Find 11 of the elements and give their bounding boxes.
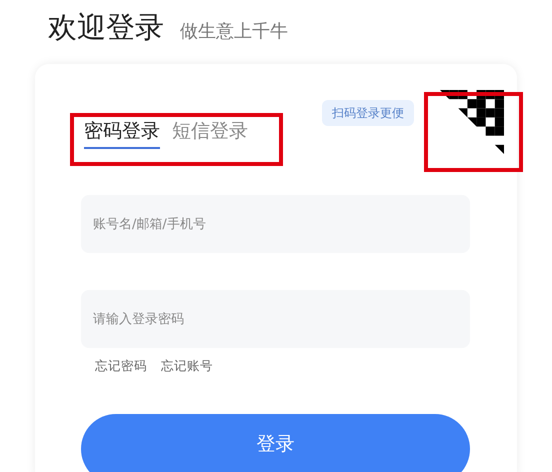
slogan: 做生意上千牛 — [180, 20, 288, 43]
login-tab[interactable]: 密码登录 — [84, 118, 160, 149]
account-field[interactable]: 账号名/邮箱/手机号 — [81, 195, 470, 253]
forgot-link[interactable]: 忘记密码 — [95, 358, 147, 375]
page-title: 欢迎登录 — [48, 9, 164, 46]
forgot-link[interactable]: 忘记账号 — [161, 358, 213, 375]
login-button[interactable]: 登录 — [81, 414, 470, 472]
qr-code-icon[interactable] — [440, 90, 504, 154]
password-field[interactable]: 请输入登录密码 — [81, 290, 470, 348]
qr-hint-tooltip: 扫码登录更便 — [322, 100, 414, 126]
login-tab[interactable]: 短信登录 — [172, 118, 248, 149]
